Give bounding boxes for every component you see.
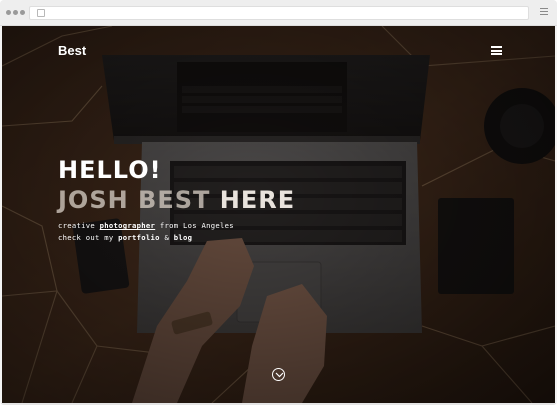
subtext-suffix: from Los Angeles [155, 221, 234, 230]
subtext-line2: check out my portfolio & blog [58, 232, 234, 244]
scroll-down-button[interactable] [272, 368, 285, 381]
chevron-down-icon [275, 372, 284, 378]
photographer-link[interactable]: photographer [100, 221, 156, 230]
subtext-prefix: creative [58, 221, 100, 230]
headline-name: JOSH BEST [58, 186, 211, 214]
subtext-line1: creative photographer from Los Angeles [58, 220, 234, 232]
address-bar[interactable] [29, 6, 529, 20]
headline-here: HERE [219, 186, 296, 214]
window-dot-icon[interactable] [20, 10, 25, 15]
hero-subtext: creative photographer from Los Angeles c… [58, 220, 234, 244]
hero-headline: HELLO! JOSH BEST HERE [58, 155, 295, 215]
browser-window: Best HELLO! JOSH BEST HERE creative phot… [0, 0, 557, 405]
browser-menu-icon[interactable] [540, 8, 548, 17]
hamburger-icon[interactable] [491, 46, 502, 55]
browser-toolbar [0, 0, 557, 26]
subtext-and: & [159, 233, 174, 242]
page-icon [37, 9, 45, 17]
headline-line2: JOSH BEST HERE [58, 185, 295, 215]
window-dot-icon[interactable] [6, 10, 11, 15]
window-dot-icon[interactable] [13, 10, 18, 15]
site-logo[interactable]: Best [58, 43, 86, 58]
portfolio-link[interactable]: portfolio [118, 233, 160, 242]
hero-section: Best HELLO! JOSH BEST HERE creative phot… [2, 26, 555, 403]
blog-link[interactable]: blog [174, 233, 193, 242]
headline-line1: HELLO! [58, 156, 162, 184]
subtext2-prefix: check out my [58, 233, 119, 242]
